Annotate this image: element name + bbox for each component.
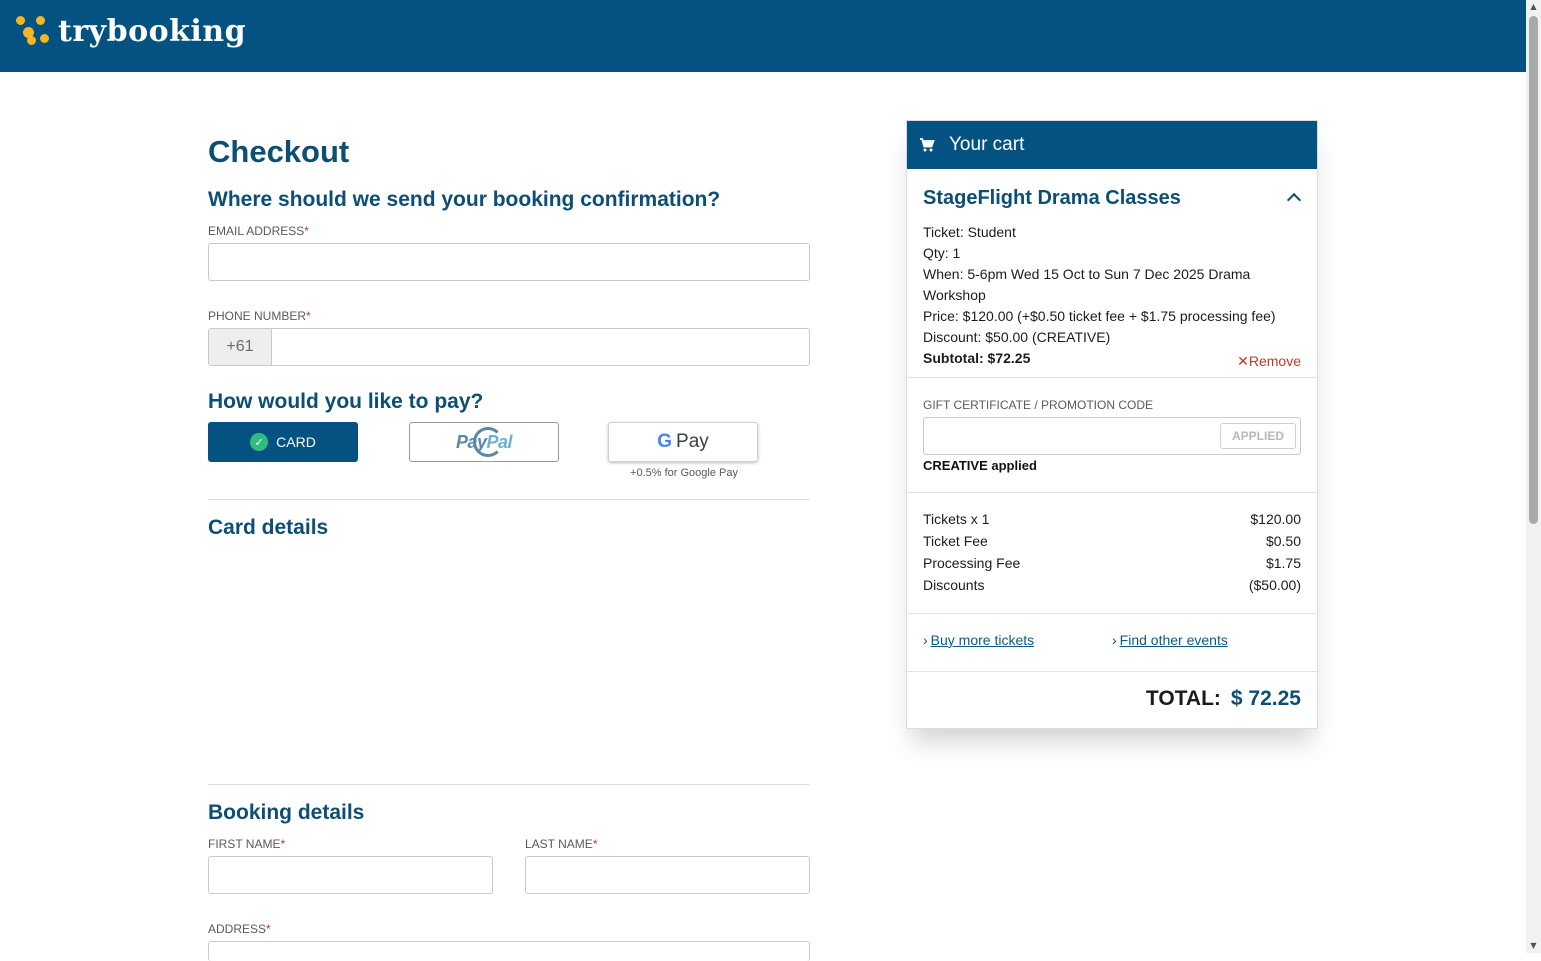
- cart-title: Your cart: [949, 134, 1025, 155]
- remove-item-link[interactable]: ✕Remove: [1237, 353, 1301, 370]
- email-field[interactable]: [208, 243, 810, 281]
- paypal-payment-button[interactable]: PayPal: [409, 422, 559, 462]
- line-discounts: Discounts ($50.00): [923, 577, 1301, 593]
- address-label: ADDRESS*: [208, 922, 271, 936]
- section-divider: [208, 499, 810, 500]
- total-amount: $ 72.25: [1230, 687, 1301, 710]
- google-pay-button[interactable]: G Pay: [608, 422, 758, 462]
- ticket-qty: Qty: 1: [923, 245, 961, 261]
- first-name-label: FIRST NAME*: [208, 837, 286, 851]
- buy-more-tickets-link[interactable]: › Buy more tickets: [923, 632, 1034, 648]
- chevron-right-icon: ›: [1112, 632, 1117, 648]
- last-name-field[interactable]: [525, 856, 810, 894]
- loading-spinner-icon: [472, 426, 503, 457]
- cart-divider: [907, 613, 1317, 614]
- applied-button[interactable]: APPLIED: [1220, 423, 1296, 449]
- card-details-heading: Card details: [208, 516, 329, 539]
- logo-text: trybooking: [58, 14, 247, 49]
- check-circle-icon: ✓: [250, 433, 269, 451]
- top-header: trybooking: [0, 0, 1526, 72]
- google-g-icon: G: [657, 431, 673, 452]
- promo-code-field[interactable]: APPLIED: [923, 417, 1301, 455]
- card-payment-button[interactable]: ✓ CARD: [208, 422, 358, 462]
- promo-code-label: GIFT CERTIFICATE / PROMOTION CODE: [923, 398, 1154, 412]
- card-label: CARD: [276, 434, 316, 450]
- phone-country-prefix: +61: [209, 329, 272, 365]
- ticket-price: Price: $120.00 (+$0.50 ticket fee + $1.7…: [923, 308, 1276, 324]
- confirmation-heading: Where should we send your booking confir…: [208, 188, 721, 211]
- cart-divider: [907, 377, 1317, 378]
- find-other-events-link[interactable]: › Find other events: [1112, 632, 1228, 648]
- chevron-right-icon: ›: [923, 632, 928, 648]
- last-name-label: LAST NAME*: [525, 837, 598, 851]
- address-field[interactable]: [208, 941, 810, 961]
- scroll-down-arrow-icon[interactable]: ▼: [1526, 939, 1541, 953]
- cart-panel: Your cart StageFlight Drama Classes Tick…: [906, 120, 1318, 729]
- payment-heading: How would you like to pay?: [208, 390, 484, 413]
- cart-divider: [907, 492, 1317, 493]
- line-processing-fee: Processing Fee $1.75: [923, 555, 1301, 571]
- promo-applied-text: CREATIVE applied: [923, 458, 1037, 473]
- cart-divider: [907, 671, 1317, 672]
- scroll-thumb[interactable]: [1529, 16, 1538, 524]
- page-title: Checkout: [208, 134, 350, 169]
- section-divider: [208, 784, 810, 785]
- gpay-label: Pay: [676, 431, 709, 452]
- phone-field[interactable]: +61: [208, 328, 810, 366]
- logo-dots-icon: [14, 14, 50, 50]
- cart-header: Your cart: [907, 121, 1317, 169]
- booking-details-heading: Booking details: [208, 801, 365, 824]
- ticket-type: Ticket: Student: [923, 224, 1016, 240]
- ticket-discount: Discount: $50.00 (CREATIVE): [923, 329, 1111, 345]
- scroll-up-arrow-icon[interactable]: ▲: [1526, 0, 1541, 14]
- first-name-field[interactable]: [208, 856, 493, 894]
- event-title: StageFlight Drama Classes: [923, 187, 1181, 209]
- cart-total: TOTAL: $ 72.25: [1146, 687, 1301, 711]
- collapse-chevron-up-icon[interactable]: [1286, 192, 1302, 208]
- page-scrollbar[interactable]: ▲ ▼: [1526, 0, 1541, 953]
- shopping-cart-icon: [920, 138, 935, 152]
- line-tickets: Tickets x 1 $120.00: [923, 511, 1301, 527]
- event-when: When: 5-6pm Wed 15 Oct to Sun 7 Dec 2025…: [923, 266, 1251, 303]
- line-ticket-fee: Ticket Fee $0.50: [923, 533, 1301, 549]
- paypal-logo: PayPal: [456, 426, 513, 457]
- phone-label: PHONE NUMBER*: [208, 309, 311, 323]
- cart-item-details: Ticket: Student Qty: 1 When: 5-6pm Wed 1…: [923, 222, 1303, 369]
- close-icon: ✕: [1237, 353, 1249, 369]
- trybooking-logo[interactable]: trybooking: [14, 14, 246, 50]
- total-label: TOTAL:: [1145, 687, 1221, 710]
- email-label: EMAIL ADDRESS*: [208, 224, 309, 238]
- gpay-fee-note: +0.5% for Google Pay: [630, 467, 738, 479]
